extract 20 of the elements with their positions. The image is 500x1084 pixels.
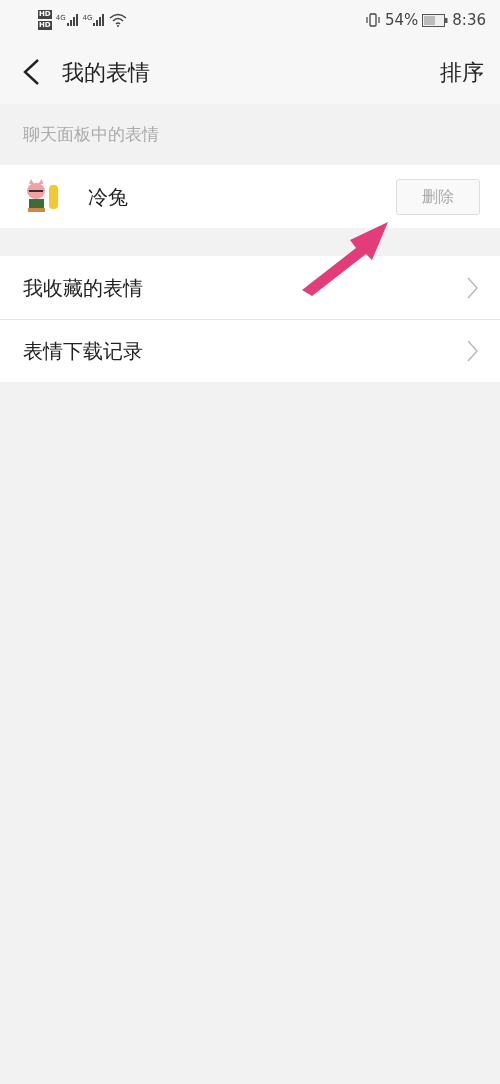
wifi-icon — [109, 13, 128, 27]
clock: 8:36 — [452, 9, 486, 31]
sticker-thumbnail — [26, 178, 60, 215]
chevron-icon — [467, 276, 478, 299]
vibrate-icon — [364, 13, 381, 27]
signal-icon — [66, 14, 79, 26]
menu-label: 我收藏的表情 — [23, 274, 143, 302]
menu-item[interactable]: 表情下载记录 — [0, 319, 500, 382]
back-icon — [22, 58, 40, 86]
sticker-name: 冷兔 — [88, 183, 128, 211]
menu-item[interactable]: 我收藏的表情 — [0, 256, 500, 319]
back-button[interactable] — [22, 58, 40, 86]
battery-icon — [422, 13, 449, 27]
section-label: 聊天面板中的表情 — [23, 122, 159, 146]
page-title: 我的表情 — [62, 58, 150, 87]
menu-label: 表情下载记录 — [23, 338, 143, 365]
signal-icon — [93, 14, 106, 26]
battery-percent: 54% — [384, 9, 419, 31]
chevron-icon — [467, 340, 478, 362]
sort-button[interactable]: 排序 — [440, 55, 484, 89]
